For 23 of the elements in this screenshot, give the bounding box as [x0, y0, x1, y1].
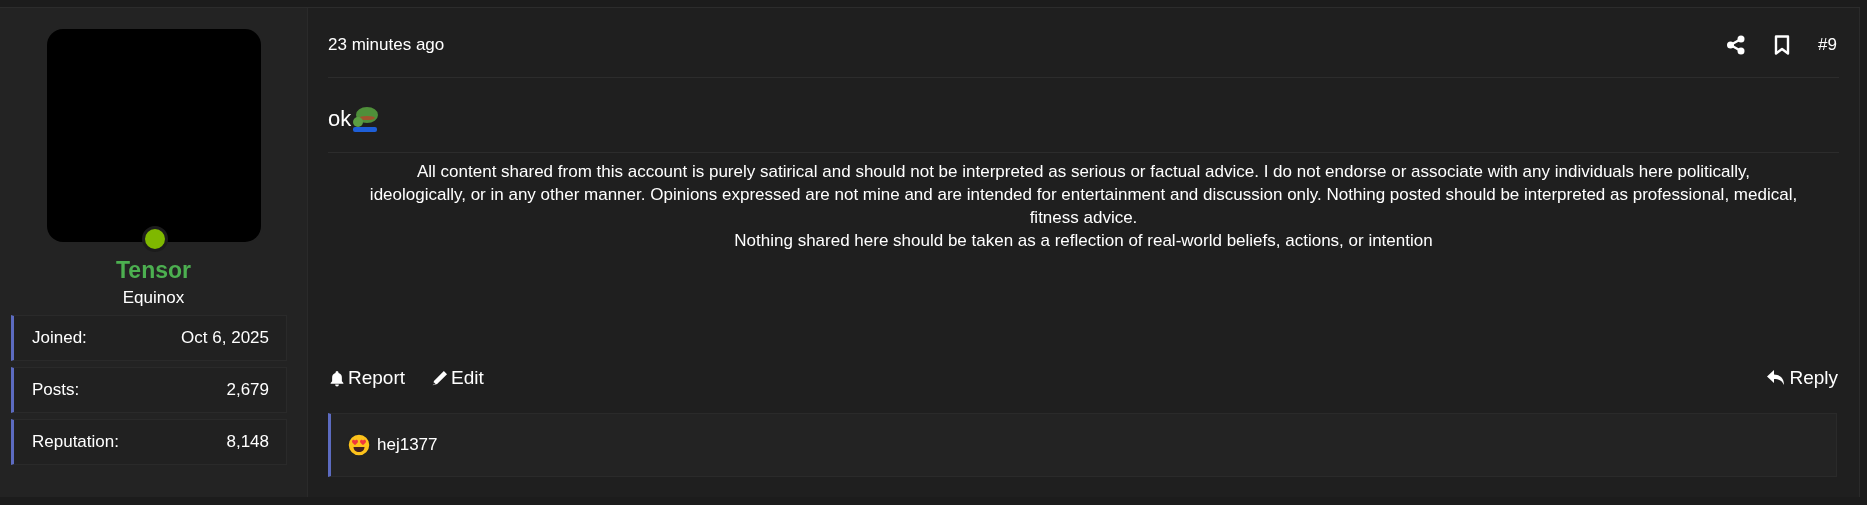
username[interactable]: Tensor — [116, 256, 191, 284]
signature-text: All content shared from this account is purely satirical and should not be interpreted as serious or factual advice. I do not endorse or associate with any individuals here politically, ideologically, or in any other manner. Opinions expressed are not mine and are intended for entertainment and discussion only. Nothing posted should be interpreted as professional, medical, fitness advice. — [368, 161, 1799, 229]
pencil-icon — [430, 368, 450, 388]
report-link[interactable]: Report — [328, 363, 406, 393]
share-icon[interactable] — [1726, 34, 1747, 55]
stat-value: Oct 6, 2025 — [181, 327, 269, 350]
stat-label: Joined: — [32, 327, 87, 350]
reaction-username[interactable]: hej1377 — [377, 432, 438, 458]
stat-label: Posts: — [32, 379, 80, 402]
signature-text: Nothing shared here should be taken as a reflection of real-world beliefs, actions, or intention — [733, 230, 1434, 252]
stat-value: 8,148 — [226, 431, 269, 454]
bell-icon — [328, 368, 346, 388]
stat-label: Reputation: — [32, 431, 119, 454]
stat-value: 2,679 — [226, 379, 269, 402]
user-title: Equinox — [122, 287, 185, 309]
reply-arrow-icon — [1766, 369, 1787, 387]
bookmark-icon[interactable] — [1774, 34, 1791, 55]
post-number[interactable]: #9 — [1818, 31, 1837, 58]
reply-link[interactable]: Reply — [1766, 363, 1839, 393]
edit-link[interactable]: Edit — [430, 363, 484, 393]
heart-eyes-emoji-icon — [347, 433, 371, 457]
post-time[interactable]: 23 minutes ago — [328, 31, 445, 58]
post-body: ok — [328, 106, 352, 132]
